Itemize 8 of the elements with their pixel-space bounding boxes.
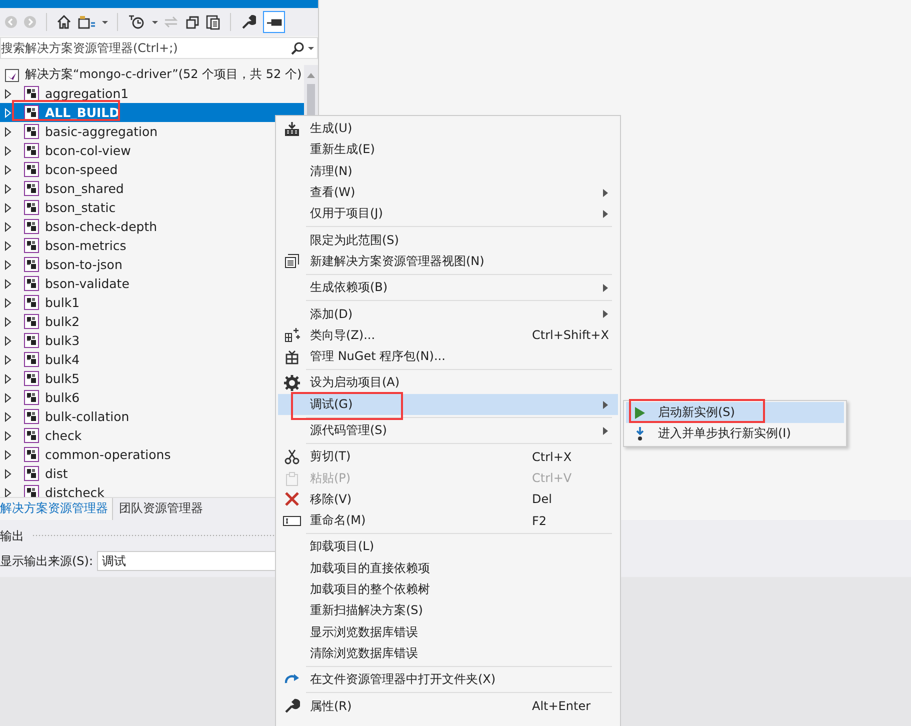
shortcut-label: Ctrl+V — [532, 471, 572, 486]
shortcut-label: Alt+Enter — [532, 699, 591, 714]
shortcut-label: Ctrl+Shift+X — [532, 328, 609, 342]
shortcut-label: Ctrl+X — [532, 450, 572, 464]
field-label: 显示输出来源(S): — [0, 552, 94, 570]
panel-title: 输出 — [0, 528, 24, 544]
shortcut-label: Del — [532, 492, 552, 506]
shortcut-label: F2 — [532, 514, 547, 528]
